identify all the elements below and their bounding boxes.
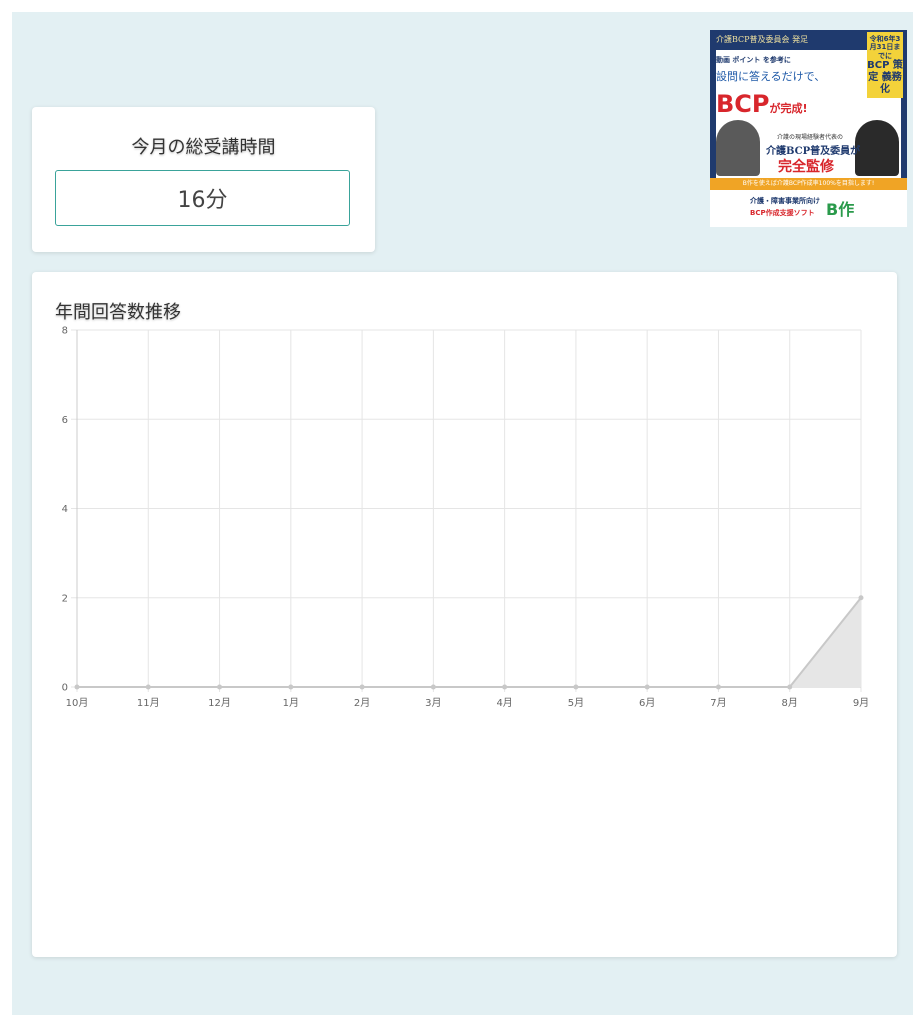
- ad-headline-suffix: が完成!: [769, 102, 808, 115]
- data-point: [787, 684, 793, 690]
- data-point: [430, 684, 436, 690]
- data-point: [217, 684, 223, 690]
- annual-answers-chart-card: 年間回答数推移 0 2 4 6 8 10月 11月 12月 1月 2月 3月 4月 5月 6月 7月 8月 9月: [32, 272, 897, 957]
- ad-bottom: 介護・障害事業所向け BCP作成支援ソフト B作: [710, 190, 907, 227]
- data-point: [74, 684, 80, 690]
- y-tick-label: 2: [62, 593, 68, 604]
- y-tick-label: 0: [62, 683, 68, 694]
- annual-answers-chart: 0 2 4 6 8 10月 11月 12月 1月 2月 3月 4月 5月 6月 7月 8月 9月: [62, 326, 870, 710]
- x-tick-label: 1月: [283, 697, 299, 709]
- data-point: [288, 684, 294, 690]
- x-tick-label: 11月: [137, 697, 160, 709]
- ad-bottom-line2: BCP作成支援ソフト: [750, 209, 815, 217]
- data-point: [359, 684, 365, 690]
- x-tick-label: 3月: [425, 697, 441, 709]
- ad-bottom-line1: 介護・障害事業所向け: [750, 197, 820, 205]
- ad-headline-main: BCP: [716, 90, 770, 118]
- ad-headline: BCPが完成!: [716, 90, 808, 118]
- y-tick-label: 8: [62, 326, 68, 337]
- ad-sub3: 完全監修: [778, 159, 834, 175]
- ad-line1: 動画 ポイント を参考に: [716, 56, 791, 64]
- page-background: 今月の総受講時間 16分 介護BCP普及委員会 発足 令和6年3月31日までに …: [12, 12, 913, 1015]
- ad-sub1: 介護の現場経験者代表の: [776, 134, 843, 141]
- ad-person-right-image: [855, 120, 899, 176]
- ad-org-text: 介護BCP普及委員会 発足: [716, 35, 809, 44]
- x-tick-label: 7月: [710, 697, 726, 709]
- ad-line2: 設問に答えるだけで、: [716, 70, 826, 83]
- series-area: [77, 597, 861, 687]
- data-point: [644, 684, 650, 690]
- ad-strip: B作を使えば介護BCP作成率100%を目指します!: [710, 178, 907, 190]
- x-tick-label: 5月: [568, 697, 584, 709]
- ad-badge-small: 令和6年3月31日までに: [869, 35, 901, 60]
- x-tick-label: 4月: [496, 697, 512, 709]
- data-point: [145, 684, 151, 690]
- ad-badge: 令和6年3月31日までに BCP 策定 義務化: [867, 32, 903, 98]
- monthly-study-time-value: 16分: [55, 170, 350, 226]
- x-tick-label: 9月: [853, 697, 869, 709]
- ad-badge-big: BCP 策定 義務化: [867, 60, 903, 96]
- bcp-ad-banner[interactable]: 介護BCP普及委員会 発足 令和6年3月31日までに BCP 策定 義務化 動画…: [710, 30, 907, 227]
- x-tick-label: 2月: [354, 697, 370, 709]
- x-tick-label: 8月: [782, 697, 798, 709]
- x-tick-label: 6月: [639, 697, 655, 709]
- monthly-study-time-card: 今月の総受講時間 16分: [32, 107, 375, 252]
- y-tick-label: 4: [62, 504, 68, 515]
- ad-logo: B作: [826, 200, 855, 219]
- data-point: [715, 684, 721, 690]
- x-tick-label: 10月: [66, 697, 89, 709]
- x-tick-label: 12月: [208, 697, 231, 709]
- series-line: [77, 597, 862, 688]
- ad-person-left-image: [716, 120, 760, 176]
- monthly-study-time-title: 今月の総受講時間: [131, 137, 276, 158]
- y-tick-label: 6: [62, 415, 68, 426]
- ad-sub2: 介護BCP普及委員が: [766, 146, 861, 157]
- data-point: [858, 595, 864, 601]
- data-point: [573, 684, 579, 690]
- data-point: [502, 684, 508, 690]
